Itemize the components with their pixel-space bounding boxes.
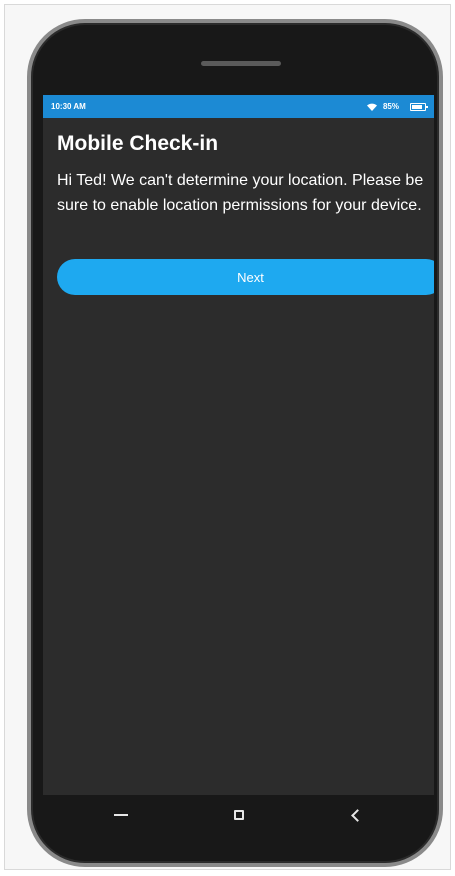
screenshot-frame: 10:30 AM 85% Mobile Check-in Hi Ted! We … — [4, 4, 451, 870]
status-indicators: 85% — [366, 102, 428, 112]
battery-fill — [412, 104, 423, 109]
battery-icon — [410, 102, 428, 111]
status-time: 10:30 AM — [51, 102, 86, 111]
home-icon — [234, 810, 244, 820]
phone-device: 10:30 AM 85% Mobile Check-in Hi Ted! We … — [27, 19, 443, 867]
speaker-grille — [201, 61, 281, 66]
menu-icon — [114, 814, 128, 816]
location-message: Hi Ted! We can't determine your location… — [57, 172, 424, 214]
nav-home-button[interactable] — [219, 795, 259, 835]
battery-percent: 85% — [382, 102, 399, 111]
status-bar: 10:30 AM 85% — [43, 95, 434, 118]
next-button[interactable]: Next — [57, 259, 434, 295]
phone-screen: 10:30 AM 85% Mobile Check-in Hi Ted! We … — [43, 95, 434, 795]
nav-back-button[interactable] — [336, 795, 376, 835]
android-nav-bar — [43, 795, 434, 835]
page-title: Mobile Check-in — [57, 132, 219, 155]
back-icon — [351, 808, 364, 822]
nav-menu-button[interactable] — [101, 795, 141, 835]
wifi-icon — [366, 103, 377, 111]
